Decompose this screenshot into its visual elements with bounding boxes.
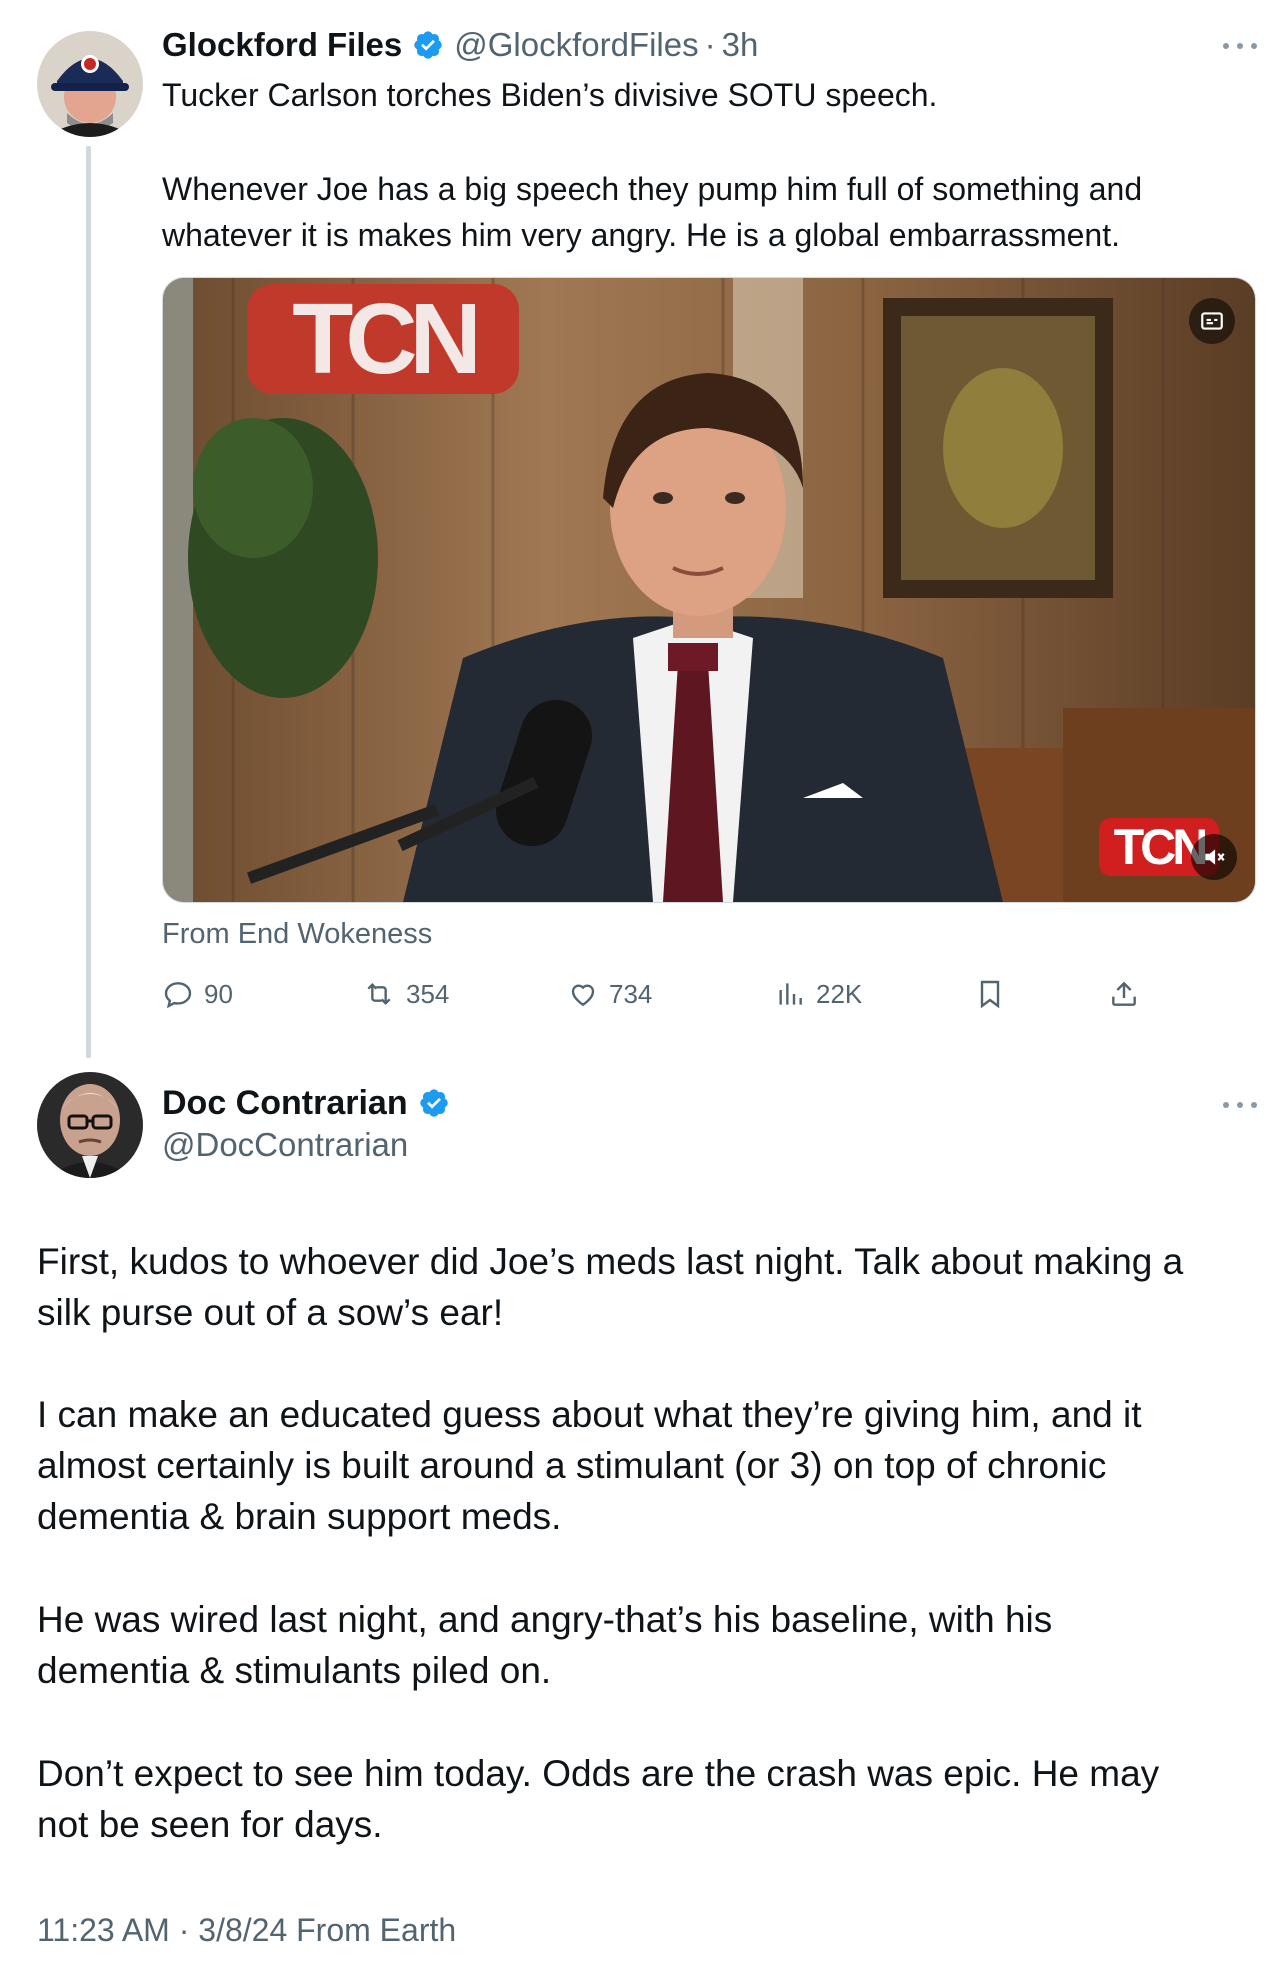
views-button[interactable]: 22K [774, 972, 862, 1016]
repost-count: 354 [406, 978, 450, 1009]
verified-badge-icon [418, 1087, 450, 1119]
bookmark-icon [980, 980, 1000, 1009]
share-button[interactable] [1108, 972, 1150, 1016]
views-count: 22K [816, 978, 863, 1009]
tweet1-header: Glockford Files @GlockfordFiles · 3h [162, 24, 758, 66]
tweet1-separator: · [704, 26, 716, 63]
tweet2-display-name[interactable]: Doc Contrarian [162, 1084, 408, 1123]
reply-button[interactable]: 90 [162, 972, 233, 1016]
tweet2-para4-line1: Don’t expect to see him today. Odds are … [37, 1753, 1160, 1794]
tweet2-more-icon[interactable] [1223, 1100, 1257, 1110]
bookmark-button[interactable] [974, 972, 1016, 1016]
tweet2-para1-line2: silk purse out of a sow’s ear! [37, 1292, 504, 1333]
share-icon [1112, 981, 1136, 1006]
tweet2-para3-line1: He was wired last night, and angry-that’… [37, 1599, 1053, 1640]
tweet1-display-name[interactable]: Glockford Files [162, 26, 402, 64]
reply-count: 90 [204, 978, 233, 1009]
reply-icon [164, 982, 192, 1009]
tweet2-para3-line2: dementia & stimulants piled on. [37, 1650, 552, 1691]
thread-connector-line [86, 146, 91, 1058]
tweet1-text-line1: Tucker Carlson torches Biden’s divisive … [162, 77, 938, 113]
tweet2-para1-line1: First, kudos to whoever did Joe’s meds l… [37, 1241, 1184, 1282]
tweet2-handle[interactable]: @DocContrarian [162, 1126, 408, 1164]
tweet2-para2-line3: dementia & brain support meds. [37, 1496, 562, 1537]
tweet2-timestamp[interactable]: 11:23 AM · 3/8/24 From Earth [37, 1912, 456, 1949]
repost-button[interactable]: 354 [362, 972, 449, 1016]
like-count: 734 [609, 978, 653, 1009]
mute-icon[interactable] [1191, 834, 1237, 880]
verified-badge-icon [412, 29, 444, 61]
tcn-logo-background: TCN [247, 283, 519, 395]
tweet1-handle[interactable]: @GlockfordFiles [454, 26, 698, 64]
heart-icon [571, 984, 595, 1007]
tweet1-text-line2: Whenever Joe has a big speech they pump … [162, 171, 1143, 207]
tweet1-text-line3: whatever it is makes him very angry. He … [162, 217, 1120, 253]
tweet2-para2-line1: I can make an educated guess about what … [37, 1394, 1142, 1435]
tweet2-para2-line2: almost certainly is built around a stimu… [37, 1445, 1107, 1486]
captions-icon[interactable] [1189, 298, 1235, 344]
repost-icon [367, 982, 391, 1006]
media-source-label[interactable]: From End Wokeness [162, 918, 432, 951]
avatar-doccontrarian[interactable] [37, 1072, 143, 1178]
tweet2-header: Doc Contrarian [162, 1080, 460, 1126]
like-button[interactable]: 734 [567, 972, 652, 1016]
tweet2-para4-line2: not be seen for days. [37, 1804, 383, 1845]
avatar-glockford[interactable] [37, 31, 143, 137]
tweet1-more-icon[interactable] [1223, 41, 1257, 51]
tweet1-action-bar: 90 354 734 22K [162, 972, 1152, 1016]
tweet1-time[interactable]: 3h [722, 26, 759, 64]
tweet1-video[interactable]: TCN TCN [162, 277, 1256, 903]
views-chart-icon [779, 983, 802, 1005]
